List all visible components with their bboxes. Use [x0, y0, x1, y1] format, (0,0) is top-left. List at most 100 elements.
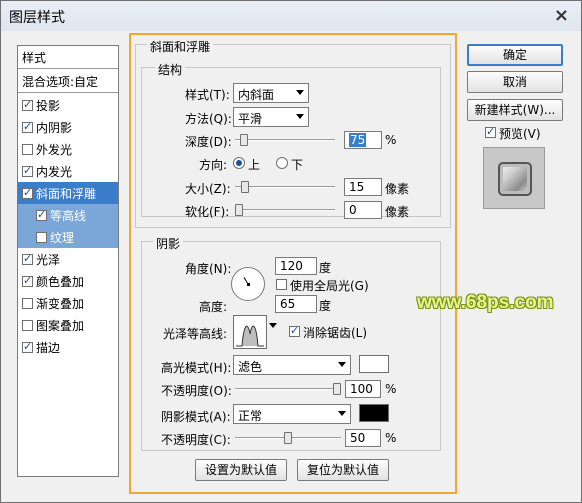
direction-down-radio[interactable]	[276, 157, 288, 169]
close-icon[interactable]: ×	[554, 5, 569, 26]
sidebar-item-8[interactable]: 光泽	[18, 248, 118, 270]
style-checkbox[interactable]	[22, 297, 33, 309]
style-checkbox[interactable]	[22, 319, 33, 331]
altitude-input[interactable]: 65	[275, 295, 317, 313]
sidebar-item-11[interactable]: 图案叠加	[18, 314, 118, 336]
shadow-opacity-thumb[interactable]	[284, 432, 292, 444]
antialias-label[interactable]: 消除锯齿(L)	[303, 324, 367, 341]
size-input[interactable]: 15	[344, 178, 382, 196]
highlight-opacity-unit: %	[385, 382, 397, 396]
highlight-opacity-input[interactable]: 100	[345, 380, 381, 398]
depth-slider[interactable]	[235, 134, 335, 146]
shading-title: 阴影	[153, 235, 184, 252]
shadow-opacity-input[interactable]: 50	[345, 429, 381, 447]
bevel-emboss-title: 斜面和浮雕	[147, 38, 214, 55]
reset-default-button[interactable]: 复位为默认值	[297, 459, 389, 481]
method-select[interactable]: 平滑	[233, 107, 309, 127]
soften-slider-thumb[interactable]	[235, 204, 243, 216]
highlight-color-swatch[interactable]	[359, 355, 389, 373]
sidebar-item-label: 图案叠加	[36, 318, 85, 333]
style-checkbox[interactable]	[22, 186, 33, 199]
highlight-mode-select[interactable]: 滤色	[233, 355, 351, 375]
ok-button[interactable]: 确定	[467, 44, 563, 66]
preview-checkbox[interactable]	[485, 125, 496, 138]
style-checkbox[interactable]	[22, 340, 33, 353]
set-default-button[interactable]: 设置为默认值	[195, 459, 287, 481]
size-label: 大小(Z):	[185, 182, 231, 196]
sidebar-item-12[interactable]: 描边	[18, 336, 118, 358]
gloss-contour-picker[interactable]	[233, 315, 267, 349]
slider-track	[235, 186, 335, 188]
shadow-opacity-label: 不透明度(C):	[161, 433, 231, 447]
style-list-header[interactable]: 样式	[18, 46, 118, 69]
sidebar-item-6[interactable]: 等高线	[18, 204, 118, 226]
style-checkbox[interactable]	[22, 252, 33, 265]
global-light-checkbox[interactable]	[276, 279, 287, 290]
sidebar-item-label: 内发光	[36, 164, 73, 179]
cancel-button[interactable]: 取消	[467, 71, 563, 93]
depth-input[interactable]: 75	[344, 131, 382, 149]
preview-label[interactable]: 预览(V)	[499, 125, 541, 142]
window-title: 图层样式	[9, 10, 65, 26]
shadow-opacity-slider[interactable]	[235, 432, 341, 444]
altitude-label: 高度:	[199, 300, 228, 314]
sidebar-item-label: 颜色叠加	[36, 274, 85, 289]
highlight-opacity-thumb[interactable]	[333, 383, 341, 395]
sidebar-item-2[interactable]: 内阴影	[18, 116, 118, 138]
blending-options-item[interactable]: 混合选项:自定	[18, 70, 118, 93]
style-checkbox[interactable]	[36, 208, 47, 221]
style-checkbox[interactable]	[22, 98, 33, 111]
depth-slider-thumb[interactable]	[240, 134, 248, 146]
sidebar-item-label: 等高线	[50, 208, 87, 223]
shadow-mode-select[interactable]: 正常	[233, 404, 351, 424]
sidebar-item-3[interactable]: 外发光	[18, 138, 118, 160]
chevron-down-icon	[296, 114, 304, 119]
style-checkbox[interactable]	[22, 143, 33, 155]
slider-track	[235, 209, 335, 211]
gloss-contour-label: 光泽等高线:	[163, 327, 228, 341]
shadow-color-swatch[interactable]	[359, 404, 389, 422]
sidebar-item-1[interactable]: 投影	[18, 94, 118, 116]
angle-input[interactable]: 120	[275, 257, 317, 275]
direction-down-label[interactable]: 下	[291, 156, 303, 173]
sidebar-item-label: 内阴影	[36, 120, 73, 135]
depth-unit: %	[385, 133, 397, 147]
soften-unit: 像素	[385, 205, 410, 219]
soften-input[interactable]: 0	[344, 201, 382, 219]
style-label: 样式(T):	[185, 88, 230, 102]
sidebar-item-9[interactable]: 颜色叠加	[18, 270, 118, 292]
slider-track	[235, 139, 335, 141]
size-slider[interactable]	[235, 181, 335, 193]
layer-style-dialog: 图层样式 × 样式 混合选项:自定 投影内阴影外发光内发光斜面和浮雕等高线纹理光…	[0, 0, 582, 503]
soften-slider[interactable]	[235, 204, 335, 216]
depth-value: 75	[349, 133, 367, 147]
shadow-mode-value: 正常	[238, 409, 263, 423]
style-checkbox[interactable]	[22, 164, 33, 177]
direction-label: 方向:	[199, 158, 228, 172]
method-select-value: 平滑	[238, 112, 263, 126]
sidebar-item-label: 光泽	[36, 252, 61, 267]
chevron-down-icon[interactable]	[269, 323, 277, 328]
direction-up-label[interactable]: 上	[248, 156, 260, 173]
style-preview-thumbnail	[483, 147, 545, 209]
style-checkbox[interactable]	[22, 274, 33, 287]
angle-dial[interactable]	[231, 267, 265, 301]
sidebar-item-10[interactable]: 渐变叠加	[18, 292, 118, 314]
sidebar-item-5[interactable]: 斜面和浮雕	[18, 182, 118, 204]
direction-up-radio[interactable]	[233, 157, 245, 169]
style-select[interactable]: 内斜面	[233, 83, 309, 103]
sidebar-item-7[interactable]: 纹理	[18, 226, 118, 248]
sidebar-item-4[interactable]: 内发光	[18, 160, 118, 182]
shadow-opacity-unit: %	[385, 431, 397, 445]
antialias-checkbox[interactable]	[289, 324, 300, 337]
new-style-button[interactable]: 新建样式(W)...	[467, 99, 563, 121]
style-checkbox[interactable]	[36, 231, 47, 243]
highlight-opacity-slider[interactable]	[235, 383, 341, 395]
angle-label: 角度(N):	[185, 262, 232, 276]
sidebar-item-label: 纹理	[50, 230, 75, 245]
style-checkbox[interactable]	[22, 120, 33, 133]
altitude-unit: 度	[319, 299, 332, 313]
size-slider-thumb[interactable]	[241, 181, 249, 193]
global-light-label[interactable]: 使用全局光(G)	[290, 277, 369, 294]
chevron-down-icon	[296, 90, 304, 95]
